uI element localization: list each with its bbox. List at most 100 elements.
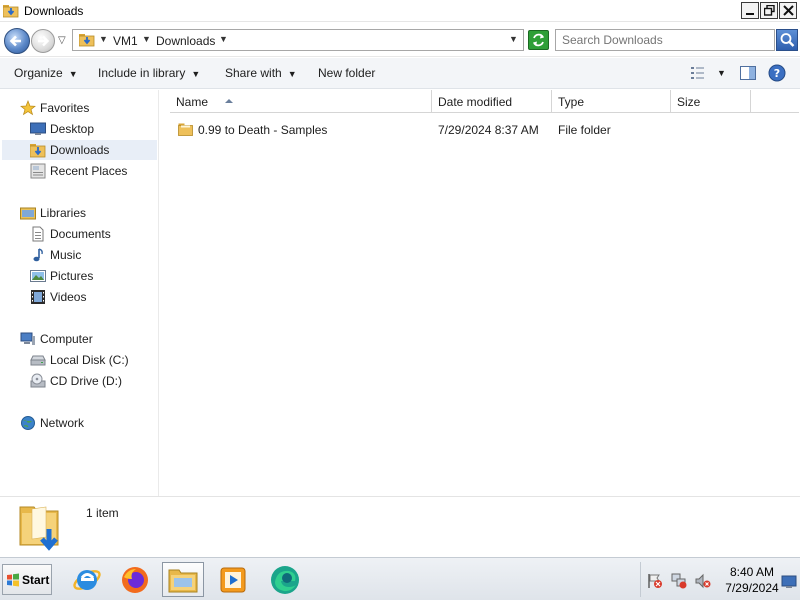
navigation-pane: Favorites Desktop Downloads Recent Place… bbox=[0, 90, 159, 496]
nav-group-network[interactable]: Network bbox=[20, 413, 150, 433]
file-name: 0.99 to Death - Samples bbox=[198, 123, 328, 137]
restore-button[interactable] bbox=[760, 2, 778, 19]
address-history-dropdown[interactable]: ▼ bbox=[509, 34, 518, 44]
file-date-modified: 7/29/2024 8:37 AM bbox=[438, 123, 539, 137]
nav-item-desktop[interactable]: Desktop bbox=[30, 119, 156, 139]
nav-item-pictures[interactable]: Pictures bbox=[30, 266, 156, 286]
forward-button[interactable] bbox=[31, 29, 55, 53]
folder-download-icon bbox=[19, 506, 59, 551]
system-tray: 8:40 AM 7/29/2024 bbox=[640, 562, 798, 597]
nav-item-documents[interactable]: Documents bbox=[30, 224, 156, 244]
forward-arrow-icon bbox=[38, 35, 50, 47]
title-bar: Downloads bbox=[0, 0, 800, 22]
taskbar-internet-explorer[interactable] bbox=[66, 562, 108, 597]
preview-pane-icon[interactable] bbox=[740, 65, 756, 81]
nav-group-label: Favorites bbox=[40, 101, 90, 115]
back-arrow-icon bbox=[9, 35, 21, 47]
column-header-size[interactable]: Size bbox=[671, 90, 751, 113]
nav-item-cd-drive[interactable]: CD Drive (D:) bbox=[30, 371, 156, 391]
breadcrumb-item-vm1[interactable]: VM1 bbox=[113, 34, 138, 48]
breadcrumb-separator-icon[interactable]: ▼ bbox=[142, 34, 151, 44]
svg-text:?: ? bbox=[774, 67, 780, 80]
music-note-icon bbox=[33, 248, 43, 262]
chevron-down-icon: ▼ bbox=[68, 69, 78, 79]
nav-group-favorites[interactable]: Favorites bbox=[20, 98, 150, 118]
nav-item-label: Music bbox=[50, 248, 82, 262]
table-row[interactable]: 0.99 to Death - Samples 7/29/2024 8:37 A… bbox=[172, 120, 792, 140]
internet-explorer-icon bbox=[73, 569, 101, 590]
breadcrumb-item-downloads[interactable]: Downloads bbox=[156, 34, 215, 48]
nav-item-label: Downloads bbox=[50, 143, 110, 157]
chevron-down-icon: ▼ bbox=[287, 69, 297, 79]
chevron-down-icon: ▼ bbox=[191, 69, 201, 79]
nav-item-recent-places[interactable]: Recent Places bbox=[30, 161, 156, 181]
volume-muted-icon[interactable] bbox=[695, 573, 711, 589]
desktop-icon bbox=[30, 122, 46, 135]
nav-group-label: Network bbox=[40, 416, 85, 430]
start-button[interactable]: Start bbox=[2, 564, 52, 595]
breadcrumb-separator-icon[interactable]: ▼ bbox=[219, 34, 228, 44]
clock-time[interactable]: 8:40 AM bbox=[727, 565, 777, 579]
action-center-flag-icon[interactable] bbox=[647, 573, 663, 589]
details-pane: 1 item bbox=[0, 496, 800, 556]
taskbar-edge[interactable] bbox=[264, 562, 306, 597]
network-globe-icon bbox=[21, 416, 35, 430]
nav-item-local-disk[interactable]: Local Disk (C:) bbox=[30, 350, 156, 370]
minimize-button[interactable] bbox=[741, 2, 759, 19]
close-icon bbox=[782, 5, 794, 16]
organize-label: Organize bbox=[14, 66, 63, 80]
file-list: Name Date modified Type Size 0.99 to Dea… bbox=[160, 90, 800, 496]
column-header-label: Date modified bbox=[438, 95, 513, 109]
folder-icon bbox=[178, 123, 193, 136]
show-desktop-icon[interactable] bbox=[781, 574, 797, 590]
taskbar-media-player[interactable] bbox=[212, 562, 254, 597]
nav-group-label: Libraries bbox=[40, 206, 87, 220]
refresh-button[interactable] bbox=[528, 30, 549, 50]
nav-group-computer[interactable]: Computer bbox=[20, 329, 150, 349]
column-header-date-modified[interactable]: Date modified bbox=[432, 90, 552, 113]
address-bar: ▽ ▼ VM1 ▼ Downloads ▼ ▼ bbox=[0, 23, 800, 57]
column-header-label: Name bbox=[176, 95, 209, 109]
search-input[interactable] bbox=[556, 30, 752, 50]
firefox-icon bbox=[122, 566, 148, 593]
nav-item-label: Videos bbox=[50, 290, 87, 304]
column-header-label: Size bbox=[677, 95, 701, 109]
back-button[interactable] bbox=[4, 28, 30, 54]
sort-ascending-icon bbox=[225, 99, 233, 103]
nav-group-libraries[interactable]: Libraries bbox=[20, 203, 150, 223]
network-status-icon[interactable] bbox=[671, 573, 687, 589]
nav-item-music[interactable]: Music bbox=[30, 245, 156, 265]
new-folder-label: New folder bbox=[318, 66, 376, 80]
explorer-icon bbox=[168, 569, 198, 592]
taskbar-file-explorer[interactable] bbox=[162, 562, 204, 597]
organize-menu[interactable]: Organize ▼ bbox=[14, 66, 78, 80]
search-box bbox=[555, 29, 775, 51]
nav-item-label: Recent Places bbox=[50, 164, 128, 178]
nav-item-label: Pictures bbox=[50, 269, 94, 283]
column-header-label: Type bbox=[558, 95, 585, 109]
windows-logo-icon bbox=[7, 573, 19, 586]
close-button[interactable] bbox=[779, 2, 797, 19]
nav-item-videos[interactable]: Videos bbox=[30, 287, 156, 307]
change-view-icon[interactable] bbox=[690, 65, 706, 81]
help-icon[interactable]: ? bbox=[768, 64, 786, 82]
include-in-library-menu[interactable]: Include in library ▼ bbox=[98, 66, 200, 80]
folder-download-icon bbox=[3, 5, 19, 18]
new-folder-button[interactable]: New folder bbox=[318, 66, 375, 80]
nav-item-downloads[interactable]: Downloads bbox=[2, 140, 157, 160]
clock-date[interactable]: 7/29/2024 bbox=[721, 581, 783, 595]
breadcrumb[interactable]: ▼ VM1 ▼ Downloads ▼ ▼ bbox=[72, 29, 524, 51]
command-bar: Organize ▼ Include in library ▼ Share with… bbox=[0, 58, 800, 89]
column-header-type[interactable]: Type bbox=[552, 90, 671, 113]
column-header-empty bbox=[751, 90, 799, 113]
recent-pages-dropdown[interactable]: ▽ bbox=[58, 35, 66, 46]
recent-places-icon bbox=[30, 163, 46, 179]
column-header-name[interactable]: Name bbox=[170, 90, 432, 113]
view-options-dropdown[interactable]: ▼ bbox=[717, 68, 726, 78]
search-button[interactable] bbox=[776, 29, 798, 51]
taskbar-firefox[interactable] bbox=[114, 562, 156, 597]
share-with-menu[interactable]: Share with ▼ bbox=[225, 66, 297, 80]
breadcrumb-separator-icon[interactable]: ▼ bbox=[99, 34, 108, 44]
search-icon bbox=[780, 33, 795, 47]
star-icon bbox=[20, 100, 36, 116]
